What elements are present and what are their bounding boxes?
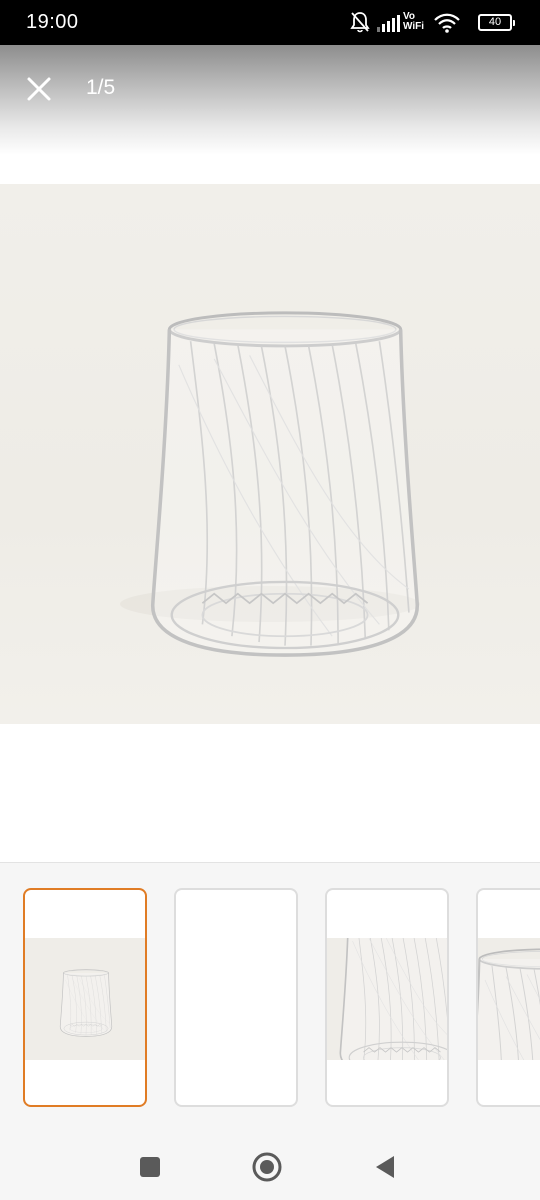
thumbnail-2[interactable] — [174, 888, 298, 1107]
thumbnail-strip — [0, 862, 540, 1135]
battery-level: 40 — [488, 16, 502, 28]
thumbnail-4[interactable] — [476, 888, 540, 1107]
thumbnail-3-image — [327, 938, 447, 1060]
thumbnail-1-image — [25, 938, 145, 1060]
square-icon[interactable] — [133, 1150, 167, 1184]
status-time: 19:00 — [26, 11, 79, 33]
close-icon[interactable] — [22, 72, 56, 106]
vowifi-icon: Vo WiFi — [403, 12, 424, 32]
status-bar: 19:00 Vo WiFi 40 — [0, 0, 540, 45]
main-product-image[interactable] — [0, 184, 540, 724]
triangle-back-icon[interactable] — [368, 1150, 402, 1184]
system-nav-bar — [0, 1134, 540, 1200]
page-counter: 1/5 — [86, 76, 116, 99]
vowifi-bottom-label: WiFi — [402, 21, 424, 32]
glass-image — [120, 311, 420, 657]
mute-bell-icon — [350, 12, 370, 33]
thumbnail-3[interactable] — [325, 888, 449, 1107]
thumbnail-1[interactable] — [23, 888, 147, 1107]
thumbnail-4-image — [478, 938, 540, 1060]
circle-home-icon[interactable] — [250, 1150, 284, 1184]
battery-icon: 40 — [478, 14, 515, 31]
wifi-icon — [434, 13, 460, 33]
viewer-header: 1/5 — [0, 45, 540, 155]
signal-icon — [377, 15, 400, 32]
